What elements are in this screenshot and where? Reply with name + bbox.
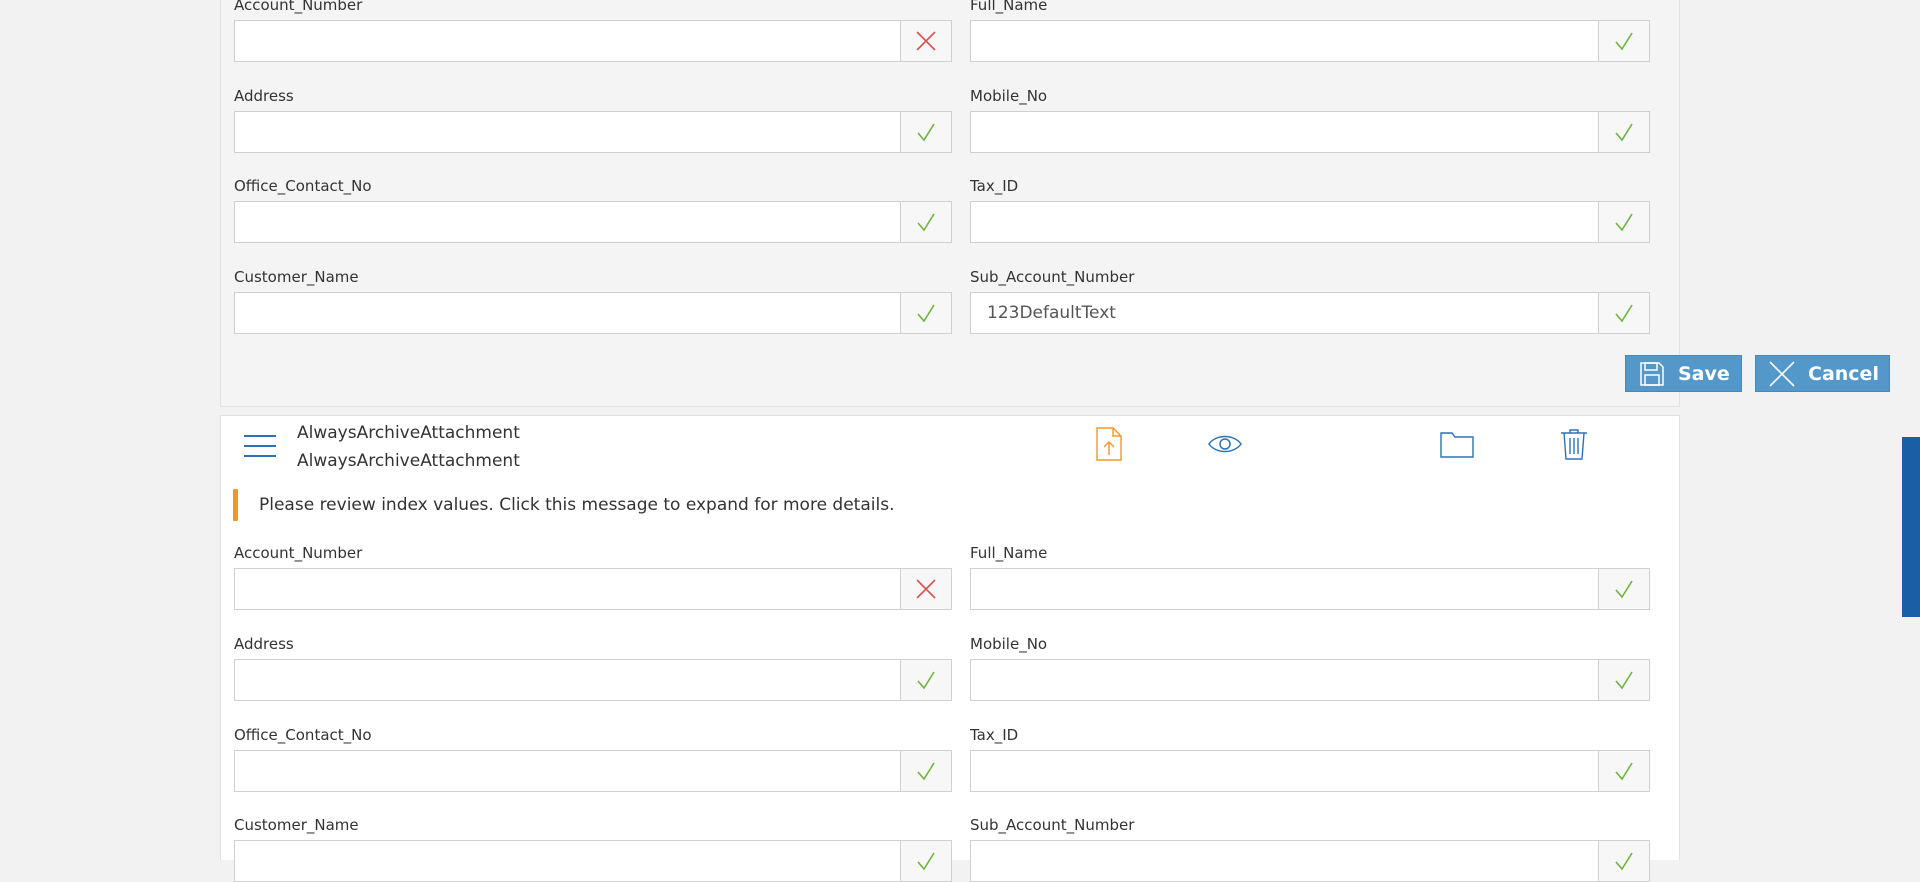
customer-name-input[interactable]	[234, 840, 952, 882]
field-label: Account_Number	[234, 0, 363, 14]
alert-message: Please review index values. Click this m…	[259, 495, 895, 515]
trash-icon[interactable]	[1552, 424, 1596, 464]
mobile-no-input[interactable]	[970, 659, 1650, 701]
valid-check-icon	[900, 293, 951, 333]
menu-icon[interactable]	[244, 435, 276, 457]
field-label: Customer_Name	[234, 268, 359, 286]
valid-check-icon	[1598, 21, 1649, 61]
eye-icon[interactable]	[1203, 424, 1247, 464]
valid-check-icon	[1598, 112, 1649, 152]
tax-id-input[interactable]	[970, 750, 1650, 792]
document-card: AlwaysArchiveAttachment AlwaysArchiveAtt…	[220, 415, 1680, 882]
field-label: Customer_Name	[234, 816, 359, 834]
field-label: Tax_ID	[970, 177, 1019, 195]
sub-account-number-input[interactable]	[970, 840, 1650, 882]
field-label: Office_Contact_No	[234, 726, 372, 744]
field-label: Sub_Account_Number	[970, 816, 1135, 834]
valid-check-icon	[900, 841, 951, 881]
field-label: Address	[234, 635, 294, 653]
full-name-input[interactable]	[970, 20, 1650, 62]
field-label: Office_Contact_No	[234, 177, 372, 195]
document-subtitle: AlwaysArchiveAttachment	[297, 451, 520, 471]
field-label: Mobile_No	[970, 87, 1048, 105]
cancel-button-label: Cancel	[1808, 362, 1879, 385]
upload-file-icon[interactable]	[1087, 424, 1131, 464]
cancel-button[interactable]: Cancel	[1755, 355, 1890, 392]
field-label: Full_Name	[970, 0, 1048, 14]
valid-check-icon	[900, 202, 951, 242]
field-label: Account_Number	[234, 544, 363, 562]
account-number-input[interactable]	[234, 568, 952, 610]
valid-check-icon	[900, 112, 951, 152]
invalid-status-icon	[900, 569, 951, 609]
field-label: Address	[234, 87, 294, 105]
customer-name-input[interactable]	[234, 292, 952, 334]
valid-check-icon	[1598, 202, 1649, 242]
field-label: Mobile_No	[970, 635, 1048, 653]
valid-check-icon	[900, 660, 951, 700]
office-contact-no-input[interactable]	[234, 201, 952, 243]
input-value: 123DefaultText	[987, 303, 1116, 323]
field-label: Sub_Account_Number	[970, 268, 1135, 286]
address-input[interactable]	[234, 111, 952, 153]
valid-check-icon	[1598, 293, 1649, 333]
tax-id-input[interactable]	[970, 201, 1650, 243]
field-label: Tax_ID	[970, 726, 1019, 744]
valid-check-icon	[1598, 841, 1649, 881]
mobile-no-input[interactable]	[970, 111, 1650, 153]
field-label: Full_Name	[970, 544, 1048, 562]
folder-icon[interactable]	[1435, 424, 1479, 464]
review-alert[interactable]: Please review index values. Click this m…	[233, 489, 1133, 521]
index-form-card: Account_Number Full_Name Address Mobile_…	[220, 0, 1890, 407]
close-icon	[1768, 360, 1796, 388]
valid-check-icon	[1598, 751, 1649, 791]
valid-check-icon	[900, 751, 951, 791]
office-contact-no-input[interactable]	[234, 750, 952, 792]
full-name-input[interactable]	[970, 568, 1650, 610]
warning-bar	[233, 489, 238, 521]
save-button-label: Save	[1678, 362, 1730, 385]
sub-account-number-input[interactable]: 123DefaultText	[970, 292, 1650, 334]
address-input[interactable]	[234, 659, 952, 701]
floppy-disk-icon	[1638, 360, 1666, 388]
valid-check-icon	[1598, 569, 1649, 609]
account-number-input[interactable]	[234, 20, 952, 62]
valid-check-icon	[1598, 660, 1649, 700]
document-title: AlwaysArchiveAttachment	[297, 423, 520, 443]
invalid-status-icon	[900, 21, 951, 61]
side-panel-tab[interactable]	[1902, 437, 1920, 617]
save-button[interactable]: Save	[1625, 355, 1742, 392]
